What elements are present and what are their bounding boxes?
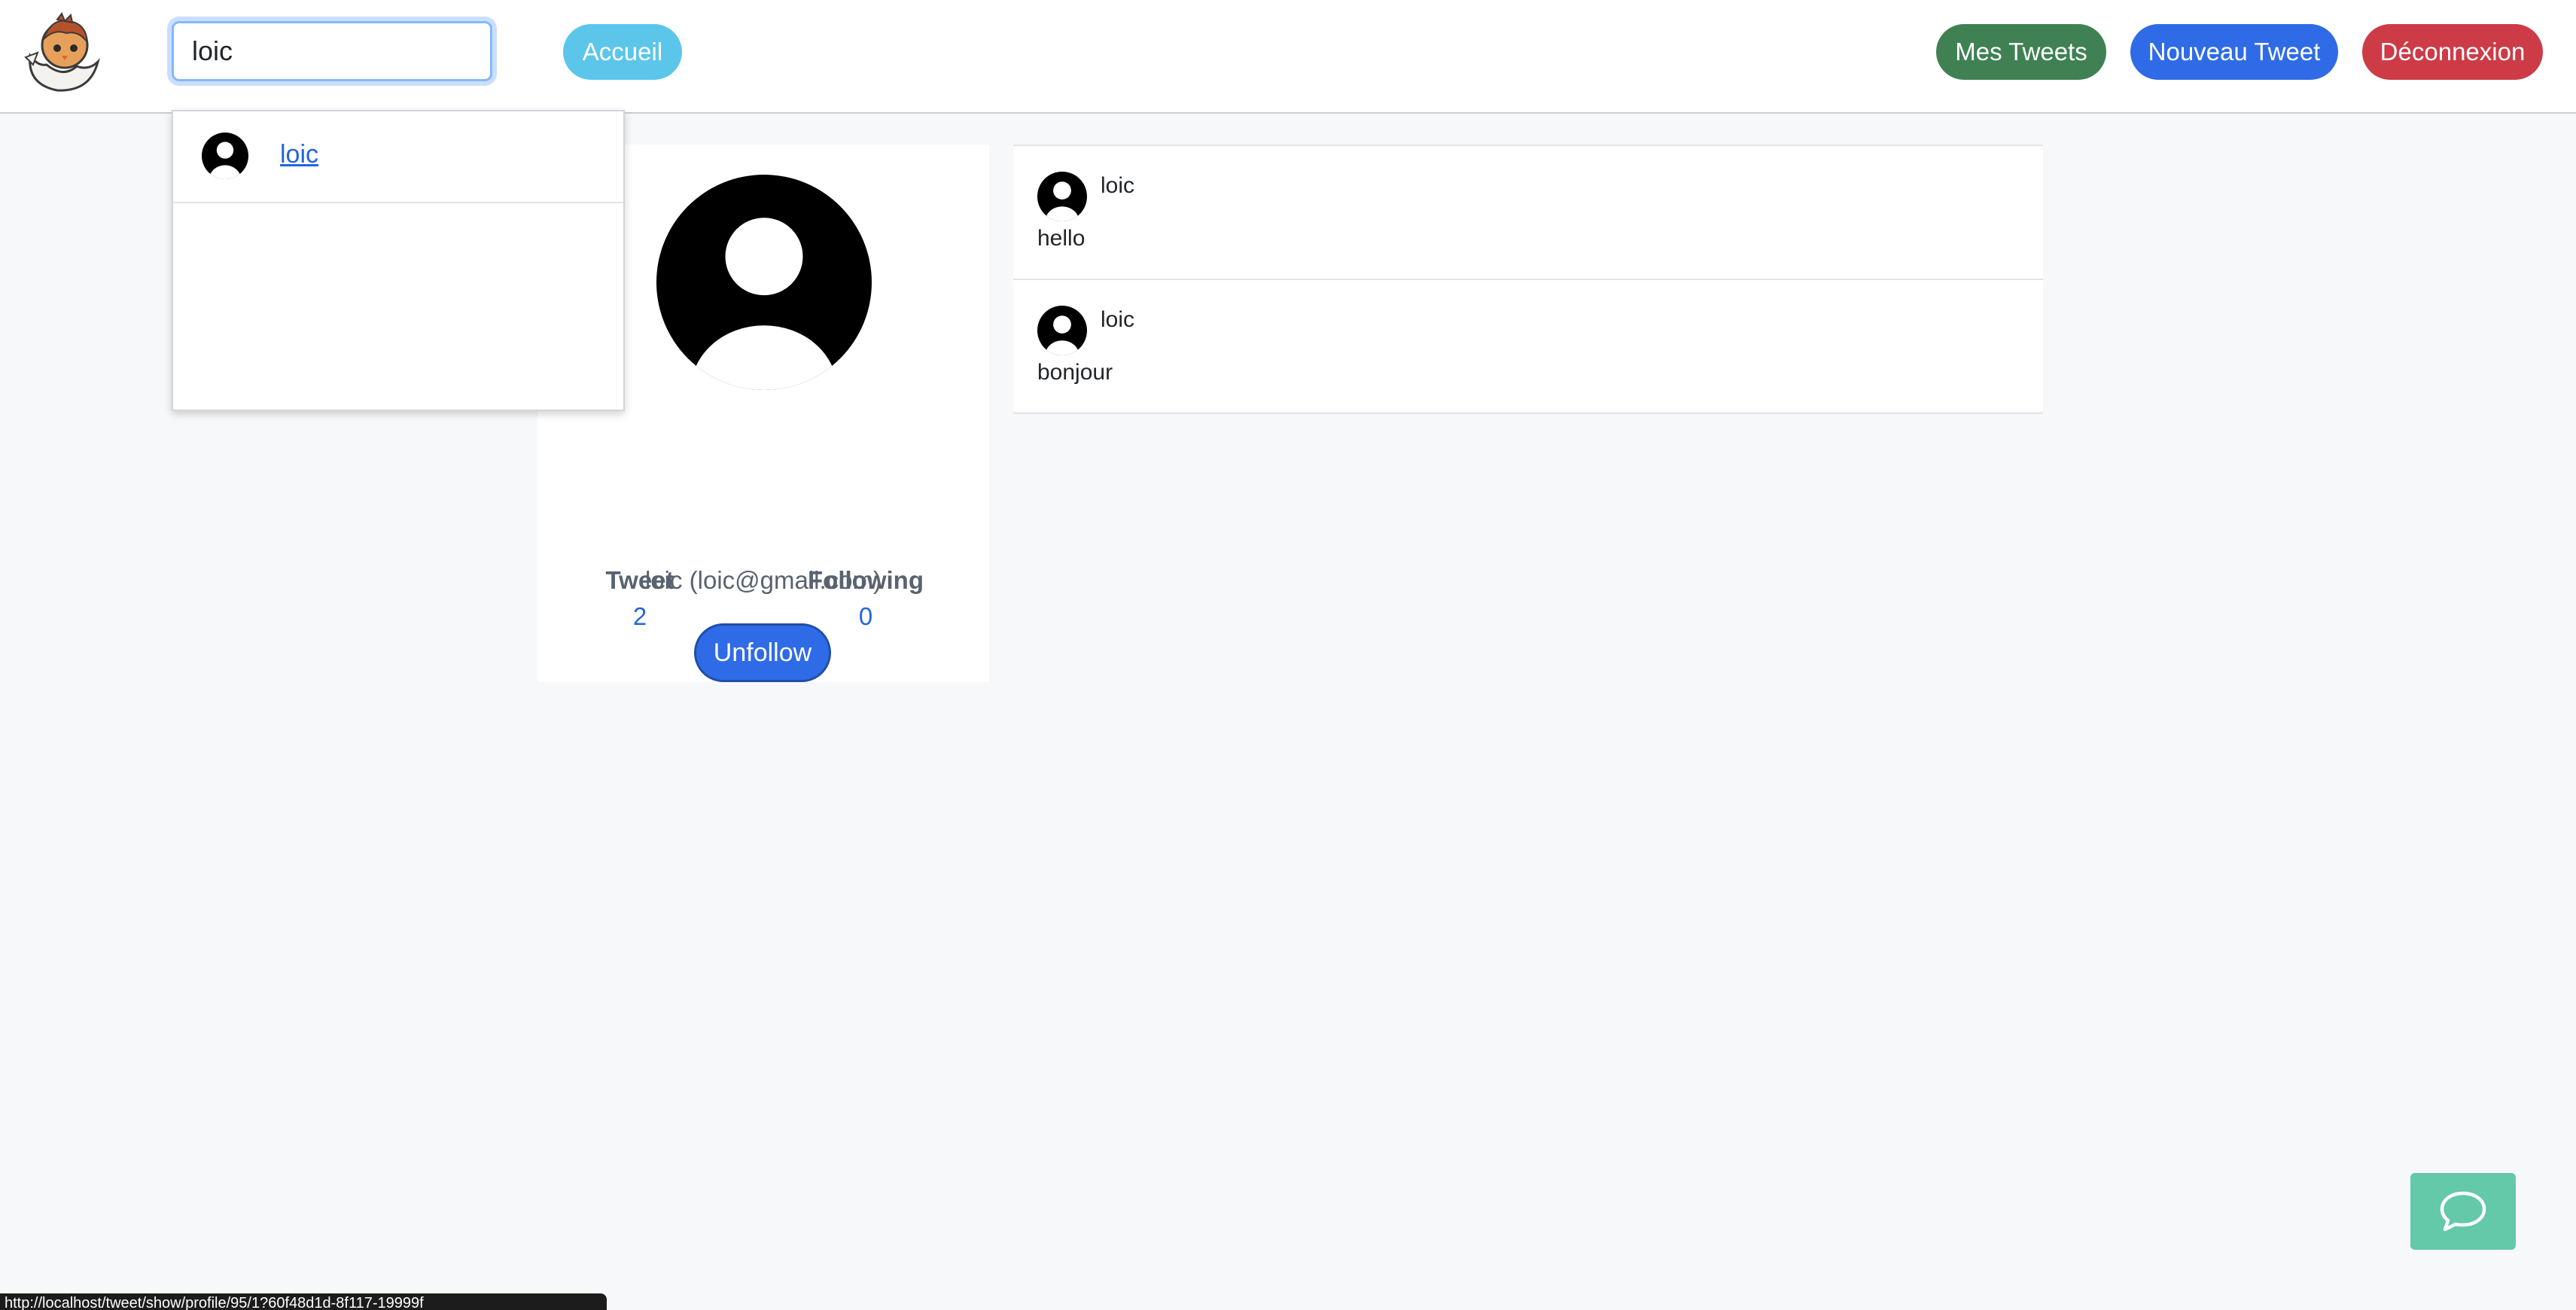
tweet-text: hello	[1037, 226, 1086, 251]
tweet-item[interactable]: loic hello	[1013, 146, 2043, 280]
search-results-dropdown: loic	[172, 110, 625, 411]
user-avatar-icon	[1037, 306, 1087, 355]
tweet-item[interactable]: loic bonjour	[1013, 280, 2043, 414]
chat-button[interactable]	[2410, 1173, 2516, 1250]
new-tweet-button[interactable]: Nouveau Tweet	[2130, 24, 2338, 80]
top-navbar: Accueil Mes Tweets Nouveau Tweet Déconne…	[0, 0, 2576, 114]
search-input[interactable]	[172, 21, 492, 81]
chat-bubble-icon	[2440, 1191, 2486, 1232]
tweet-author[interactable]: loic	[1101, 173, 1134, 199]
tweet-text: bonjour	[1037, 360, 1113, 385]
tweet-count-link[interactable]: 2	[557, 602, 723, 631]
browser-status-bar: http://localhost/tweet/show/profile/95/1…	[0, 1293, 607, 1310]
chick-in-egg-logo[interactable]	[24, 12, 102, 93]
profile-avatar-icon	[656, 175, 872, 390]
user-avatar-icon	[202, 133, 248, 179]
logout-button[interactable]: Déconnexion	[2362, 24, 2543, 80]
stat-label: Following	[808, 566, 924, 594]
stat-label: Tweet	[605, 566, 674, 594]
home-button[interactable]: Accueil	[563, 24, 682, 80]
following-count-link[interactable]: 0	[783, 602, 948, 631]
following-count-stat: Following 0	[783, 566, 948, 631]
tweet-author[interactable]: loic	[1101, 307, 1134, 333]
search-result-link[interactable]: loic	[280, 140, 318, 169]
my-tweets-button[interactable]: Mes Tweets	[1936, 24, 2106, 80]
search-result-item[interactable]: loic	[173, 111, 623, 203]
tweet-count-stat: Tweet 2	[557, 566, 723, 631]
unfollow-button[interactable]: Unfollow	[694, 623, 831, 682]
tweet-list: loic hello loic bonjour	[1013, 145, 2043, 414]
user-avatar-icon	[1037, 172, 1087, 221]
